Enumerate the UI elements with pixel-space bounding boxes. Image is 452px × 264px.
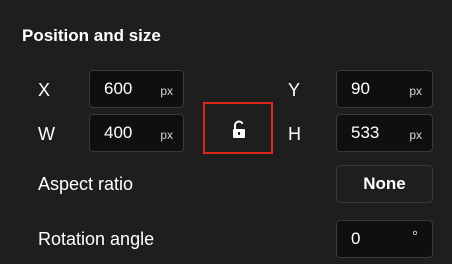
y-input[interactable]: 90 px <box>336 70 433 108</box>
y-value: 90 <box>351 79 370 98</box>
w-label: W <box>38 124 55 144</box>
x-value: 600 <box>104 79 133 98</box>
y-unit: px <box>409 84 422 98</box>
h-value: 533 <box>351 123 380 142</box>
h-label: H <box>288 124 301 144</box>
y-label: Y <box>288 80 301 100</box>
unlock-icon <box>233 120 245 138</box>
w-value: 400 <box>104 123 133 142</box>
aspect-ratio-label: Aspect ratio <box>38 174 134 194</box>
x-label: X <box>38 80 51 100</box>
rotation-value: 0 <box>351 229 361 248</box>
x-input[interactable]: 600 px <box>89 70 184 108</box>
rotation-angle-label: Rotation angle <box>38 229 155 249</box>
w-unit: px <box>160 128 173 142</box>
aspect-lock-button[interactable] <box>203 102 273 154</box>
rotation-unit: ° <box>412 228 418 245</box>
w-input[interactable]: 400 px <box>89 114 184 152</box>
h-input[interactable]: 533 px <box>336 114 433 152</box>
section-title: Position and size <box>22 26 161 45</box>
aspect-ratio-select[interactable]: None <box>336 165 433 203</box>
position-size-panel: Position and size X 600 px Y 90 px W 400… <box>0 0 452 264</box>
x-unit: px <box>160 84 173 98</box>
rotation-angle-input[interactable]: 0 ° <box>336 220 433 258</box>
h-unit: px <box>409 128 422 142</box>
